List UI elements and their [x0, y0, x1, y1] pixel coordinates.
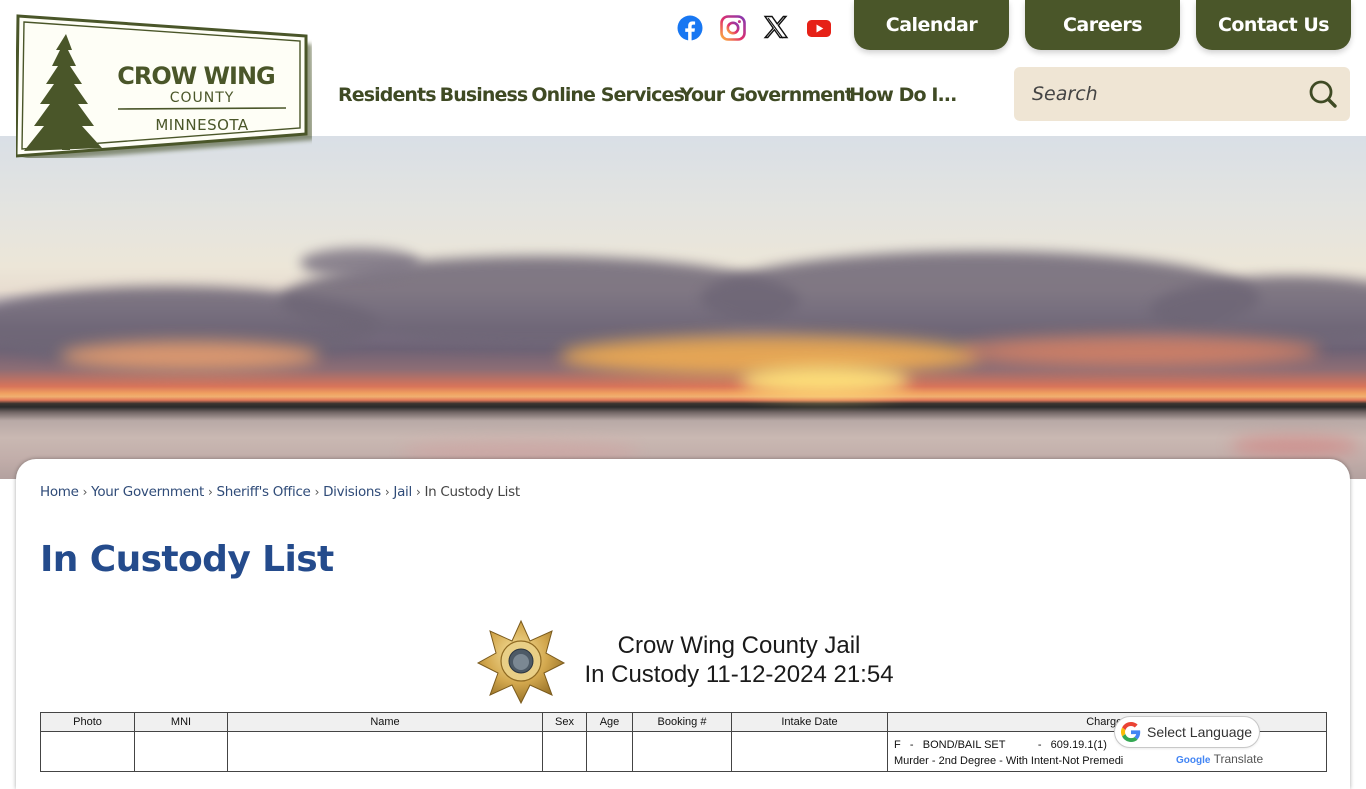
nav-item-online-services[interactable]: Online Services — [531, 84, 684, 106]
select-language-label: Select Language — [1147, 724, 1253, 740]
jail-report-header: Crow Wing County Jail In Custody 11-12-2… — [476, 617, 936, 707]
calendar-button[interactable]: Calendar — [854, 0, 1009, 50]
column-header-sex[interactable]: Sex — [542, 712, 587, 732]
logo-line3: MINNESOTA — [155, 116, 249, 134]
custody-timestamp: In Custody 11-12-2024 21:54 — [584, 661, 894, 688]
jail-title: Crow Wing County Jail In Custody 11-12-2… — [574, 631, 904, 689]
search-button[interactable] — [1308, 79, 1338, 109]
cell-intake-date — [731, 731, 888, 772]
column-header-age[interactable]: Age — [586, 712, 633, 732]
nav-item-business[interactable]: Business — [440, 84, 529, 106]
search-box — [1014, 67, 1350, 121]
charge-status: BOND/BAIL SET — [922, 739, 1006, 751]
logo-line2: COUNTY — [170, 90, 235, 106]
breadcrumb-home[interactable]: Home — [40, 484, 79, 500]
column-header-charges[interactable]: Charges — [887, 712, 1327, 732]
breadcrumb-separator: › — [314, 485, 320, 499]
breadcrumb-your-government[interactable]: Your Government — [91, 484, 204, 500]
x-twitter-icon[interactable] — [762, 14, 790, 42]
google-g-icon — [1121, 722, 1141, 742]
search-icon — [1309, 80, 1337, 108]
column-header-name[interactable]: Name — [227, 712, 543, 732]
breadcrumb-separator: › — [82, 485, 88, 499]
sheriff-badge-icon — [476, 619, 566, 705]
column-header-mni[interactable]: MNI — [134, 712, 228, 732]
main-nav: Residents Business Online Services Your … — [338, 84, 960, 106]
select-language-button[interactable]: Select Language — [1114, 716, 1260, 748]
column-header-booking[interactable]: Booking # — [632, 712, 732, 732]
google-wordmark: Google — [1176, 755, 1211, 766]
cell-photo — [40, 731, 135, 772]
facebook-icon[interactable] — [676, 14, 704, 42]
careers-button[interactable]: Careers — [1025, 0, 1180, 50]
cell-mni — [134, 731, 228, 772]
instagram-icon[interactable] — [719, 14, 747, 42]
youtube-icon[interactable] — [805, 14, 833, 42]
google-translate-attribution: Google Translate — [1176, 752, 1263, 766]
charge-summary: F - BOND/BAIL SET - 609.19.1(1) — [894, 739, 1107, 751]
translate-wordmark[interactable]: Translate — [1214, 752, 1264, 766]
breadcrumb-separator: › — [415, 485, 421, 499]
search-input[interactable] — [1032, 67, 1302, 121]
county-logo[interactable]: CROW WING COUNTY MINNESOTA — [16, 14, 312, 158]
nav-item-residents[interactable]: Residents — [338, 84, 437, 106]
column-header-intake-date[interactable]: Intake Date — [731, 712, 888, 732]
cell-name — [227, 731, 543, 772]
cell-sex — [542, 731, 587, 772]
charge-statute: 609.19.1(1) — [1050, 739, 1107, 751]
breadcrumb-jail[interactable]: Jail — [393, 484, 412, 500]
cell-booking — [632, 731, 732, 772]
breadcrumb: Home › Your Government › Sheriff's Offic… — [40, 484, 520, 500]
breadcrumb-sheriffs-office[interactable]: Sheriff's Office — [216, 484, 310, 500]
column-header-photo[interactable]: Photo — [40, 712, 135, 732]
logo-line1: CROW WING — [117, 62, 275, 90]
breadcrumb-separator: › — [207, 485, 213, 499]
hero-banner-image — [0, 136, 1366, 479]
breadcrumb-divisions[interactable]: Divisions — [323, 484, 381, 500]
page-title: In Custody List — [40, 539, 334, 580]
nav-item-your-government[interactable]: Your Government — [680, 84, 854, 106]
charge-level: F — [894, 739, 901, 751]
utility-buttons: Calendar Careers Contact Us — [854, 0, 1351, 50]
cell-age — [586, 731, 633, 772]
nav-item-how-do-i[interactable]: How Do I... — [849, 84, 957, 106]
breadcrumb-current: In Custody List — [424, 484, 520, 500]
contact-us-button[interactable]: Contact Us — [1196, 0, 1351, 50]
jail-name: Crow Wing County Jail — [617, 632, 861, 659]
social-links — [676, 14, 833, 42]
google-translate-widget: Select Language Google Translate — [1114, 716, 1263, 766]
breadcrumb-separator: › — [384, 485, 390, 499]
